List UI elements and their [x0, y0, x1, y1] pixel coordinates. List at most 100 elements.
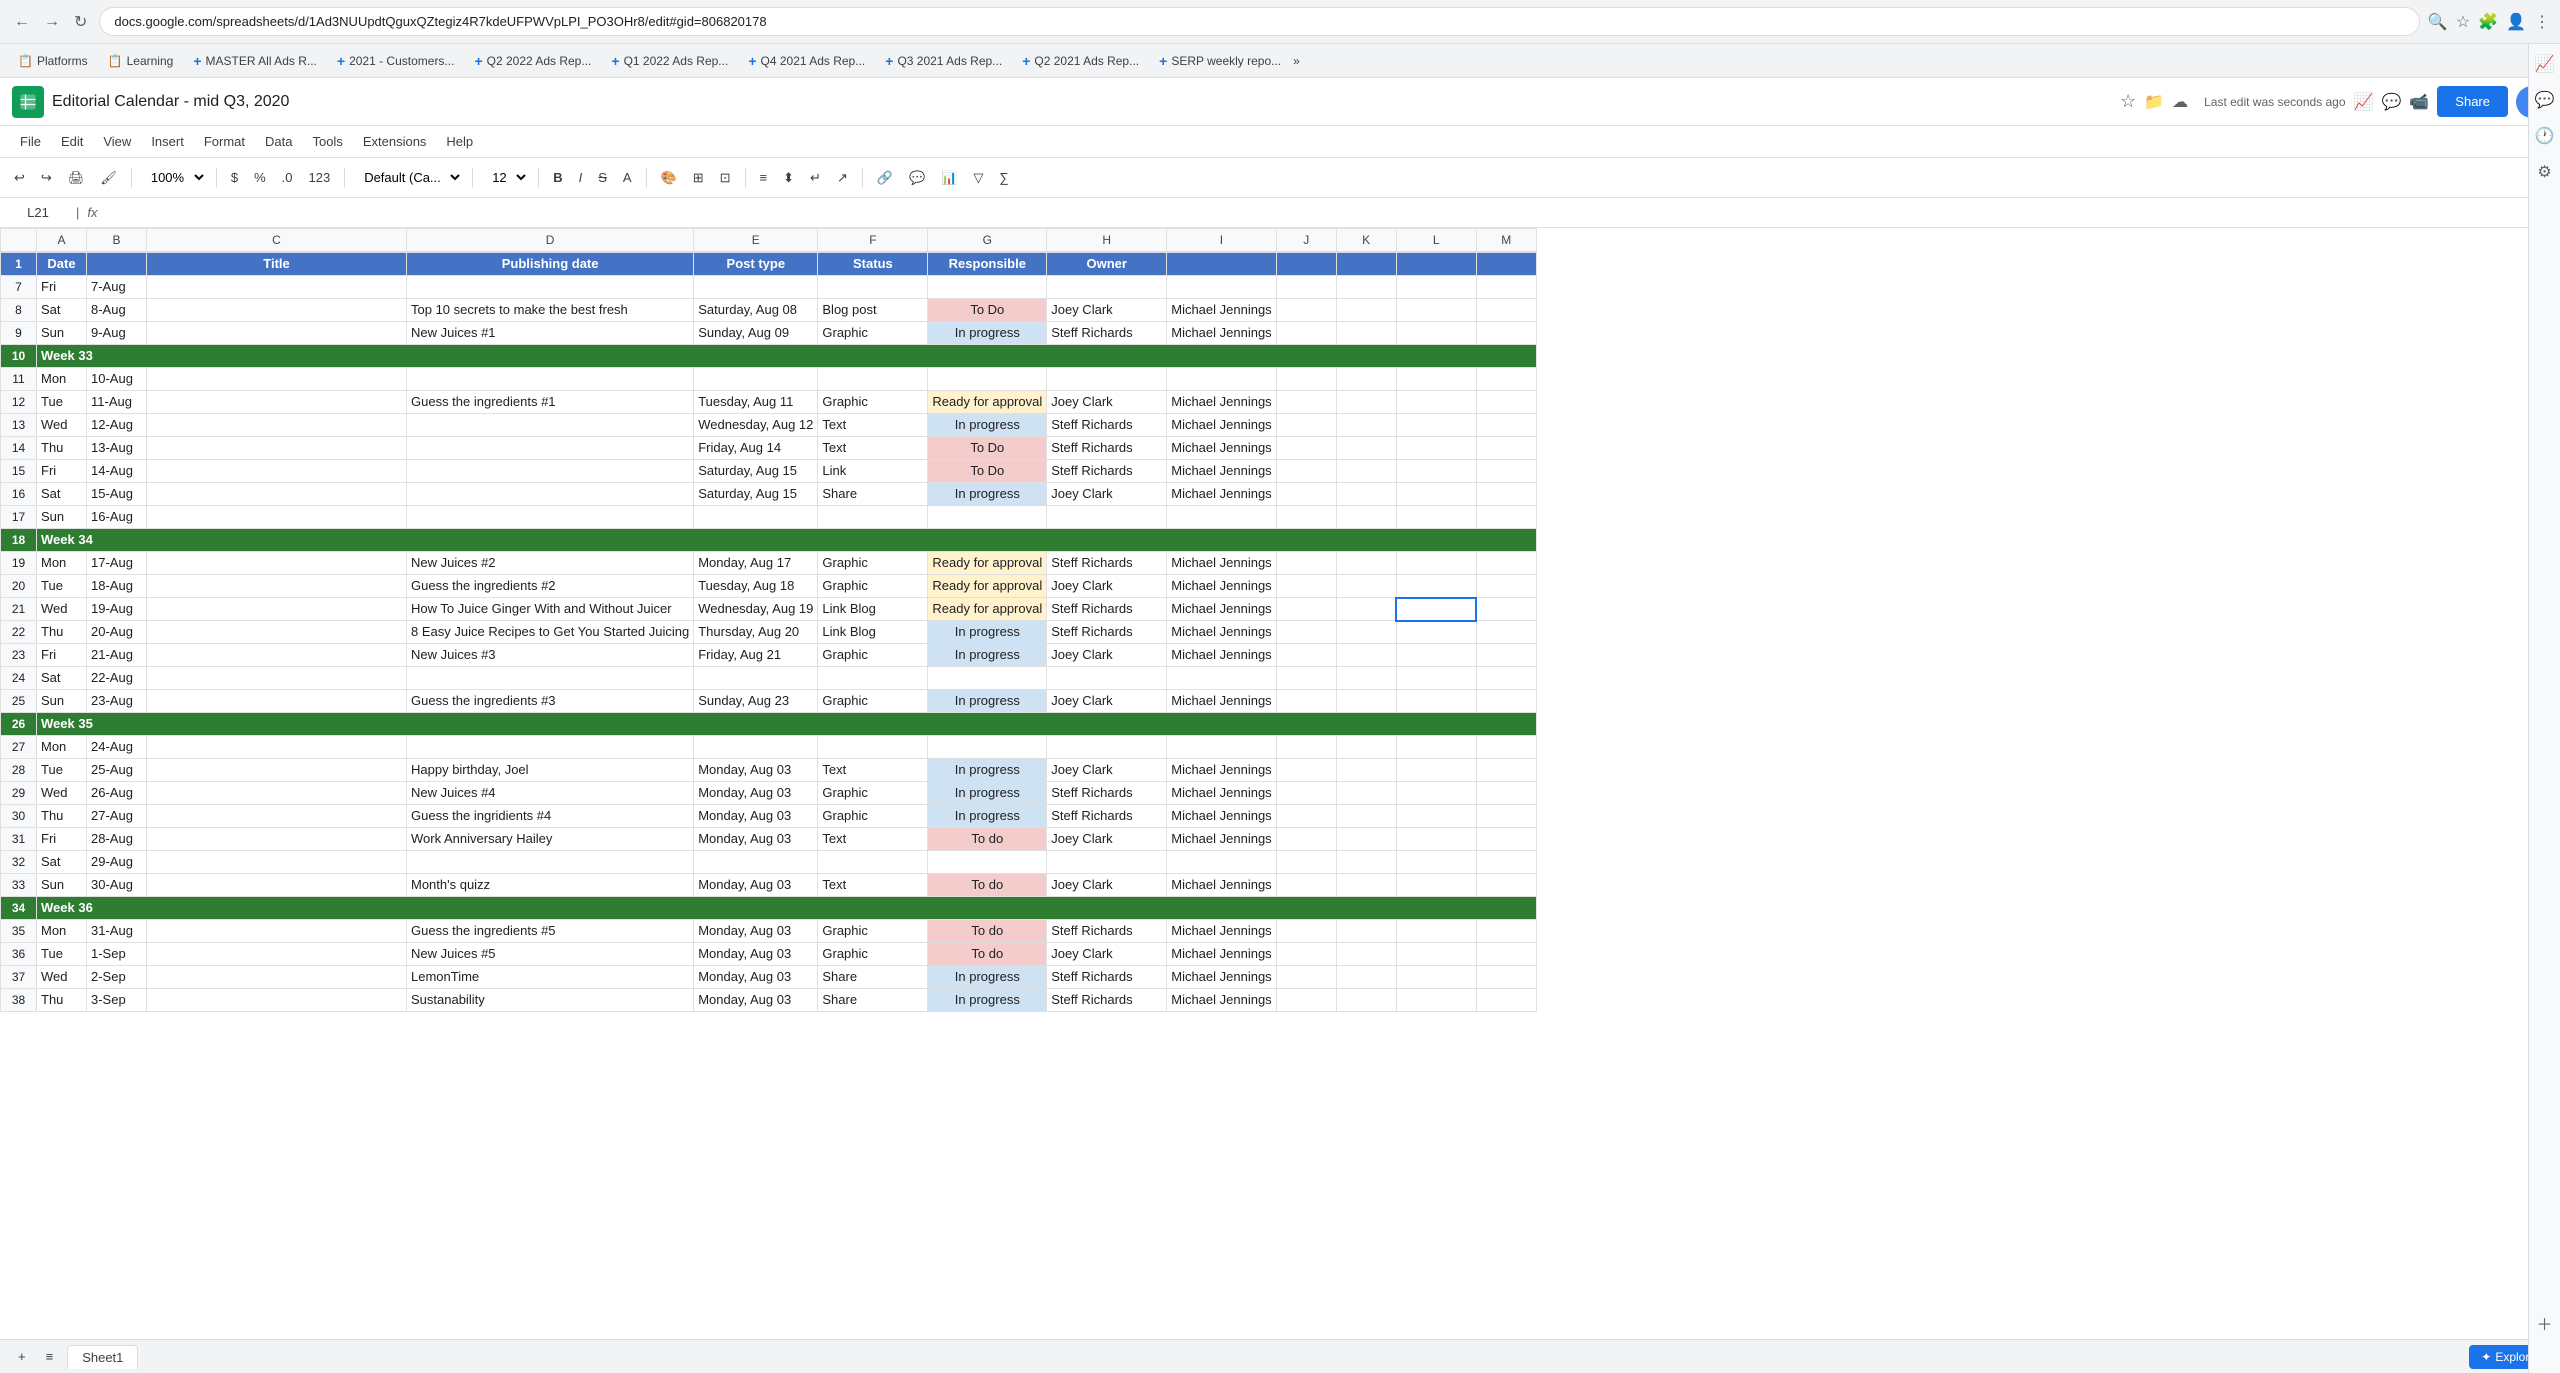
cell-owner[interactable]: Michael Jennings — [1167, 989, 1276, 1012]
cell-owner[interactable]: Michael Jennings — [1167, 391, 1276, 414]
cell-publishing-date[interactable]: Saturday, Aug 15 — [694, 483, 818, 506]
decimal-increase-button[interactable]: 123 — [302, 166, 336, 189]
cell-post-type[interactable]: Graphic — [818, 782, 928, 805]
row-number[interactable]: 38 — [1, 989, 37, 1012]
currency-button[interactable]: $ — [225, 166, 244, 189]
cell-status[interactable]: To Do — [928, 460, 1047, 483]
video-icon[interactable]: 📹 — [2409, 92, 2429, 112]
bookmark-q1-2022[interactable]: + Q1 2022 Ads Rep... — [603, 50, 736, 72]
cell-date[interactable]: 9-Aug — [87, 322, 147, 345]
cell-post-type[interactable]: Share — [818, 966, 928, 989]
cell-date[interactable]: 19-Aug — [87, 598, 147, 621]
cell-day[interactable]: Sun — [37, 322, 87, 345]
cell-publishing-date[interactable] — [694, 851, 818, 874]
cell-date[interactable]: 23-Aug — [87, 690, 147, 713]
menu-view[interactable]: View — [95, 130, 139, 153]
cell-status[interactable]: To do — [928, 828, 1047, 851]
share-button[interactable]: Share — [2437, 86, 2508, 117]
cell-status[interactable]: In progress — [928, 966, 1047, 989]
row-number[interactable]: 17 — [1, 506, 37, 529]
cell-title[interactable] — [407, 483, 694, 506]
cell-owner[interactable]: Michael Jennings — [1167, 575, 1276, 598]
cell-day[interactable]: Sun — [37, 690, 87, 713]
search-icon[interactable]: 🔍 — [2428, 12, 2448, 32]
cell-title[interactable]: Guess the ingredients #1 — [407, 391, 694, 414]
cell-post-type[interactable]: Share — [818, 989, 928, 1012]
right-panel-chart-icon[interactable]: 📈 — [2533, 52, 2557, 76]
cell-owner[interactable] — [1167, 851, 1276, 874]
comment-icon[interactable]: 💬 — [2381, 92, 2401, 112]
cell-responsible[interactable]: Joey Clark — [1047, 759, 1167, 782]
row-number[interactable]: 19 — [1, 552, 37, 575]
menu-help[interactable]: Help — [438, 130, 481, 153]
cell-responsible[interactable] — [1047, 506, 1167, 529]
cell-post-type[interactable] — [818, 276, 928, 299]
row-number[interactable]: 8 — [1, 299, 37, 322]
cell-post-type[interactable]: Graphic — [818, 690, 928, 713]
right-panel-history-icon[interactable]: 🕐 — [2533, 124, 2557, 148]
menu-extensions[interactable]: Extensions — [355, 130, 435, 153]
bookmark-2021[interactable]: + 2021 - Customers... — [329, 50, 463, 72]
bookmark-q2-2021[interactable]: + Q2 2021 Ads Rep... — [1014, 50, 1147, 72]
cell-date[interactable]: 20-Aug — [87, 621, 147, 644]
cell-post-type[interactable]: Text — [818, 828, 928, 851]
cell-day[interactable]: Mon — [37, 736, 87, 759]
cell-day[interactable]: Thu — [37, 989, 87, 1012]
row-number[interactable]: 37 — [1, 966, 37, 989]
cell-day[interactable]: Sun — [37, 874, 87, 897]
cell-title[interactable] — [407, 506, 694, 529]
bookmark-icon[interactable]: ☆ — [2456, 12, 2470, 32]
cell-day[interactable]: Mon — [37, 368, 87, 391]
cell-owner[interactable]: Michael Jennings — [1167, 322, 1276, 345]
cell-owner[interactable]: Michael Jennings — [1167, 460, 1276, 483]
row-number[interactable]: 10 — [1, 345, 37, 368]
refresh-button[interactable]: ↻ — [70, 8, 91, 36]
right-panel-settings-icon[interactable]: ⚙ — [2533, 160, 2557, 184]
menu-data[interactable]: Data — [257, 130, 300, 153]
bookmark-q2-2022[interactable]: + Q2 2022 Ads Rep... — [466, 50, 599, 72]
cell-responsible[interactable]: Steff Richards — [1047, 437, 1167, 460]
cell-status[interactable]: Ready for approval — [928, 552, 1047, 575]
comment-button[interactable]: 💬 — [903, 166, 931, 190]
align-button[interactable]: ≡ — [754, 166, 774, 189]
cell-status[interactable]: Ready for approval — [928, 391, 1047, 414]
cell-publishing-date[interactable]: Monday, Aug 03 — [694, 943, 818, 966]
folder-icon[interactable]: 📁 — [2144, 92, 2164, 112]
cell-day[interactable]: Mon — [37, 552, 87, 575]
star-icon[interactable]: ☆ — [2120, 91, 2136, 112]
row-number[interactable]: 33 — [1, 874, 37, 897]
address-bar[interactable]: docs.google.com/spreadsheets/d/1Ad3NUUpd… — [99, 7, 2419, 36]
cell-day[interactable]: Wed — [37, 782, 87, 805]
cell-day[interactable]: Fri — [37, 828, 87, 851]
cell-owner[interactable] — [1167, 506, 1276, 529]
col-header-j[interactable]: J — [1276, 229, 1336, 253]
cell-title[interactable]: Guess the ingredients #2 — [407, 575, 694, 598]
cell-title[interactable]: Guess the ingredients #3 — [407, 690, 694, 713]
header-date[interactable]: Date — [37, 252, 87, 276]
cell-title[interactable] — [407, 736, 694, 759]
cell-publishing-date[interactable] — [694, 506, 818, 529]
sheet-tab-1[interactable]: Sheet1 — [67, 1345, 138, 1369]
paint-format-button[interactable]: 🖌 — [94, 166, 123, 190]
cell-owner[interactable]: Michael Jennings — [1167, 920, 1276, 943]
cell-responsible[interactable]: Steff Richards — [1047, 989, 1167, 1012]
cell-date[interactable]: 18-Aug — [87, 575, 147, 598]
cell-responsible[interactable]: Steff Richards — [1047, 460, 1167, 483]
cell-date[interactable]: 31-Aug — [87, 920, 147, 943]
row-number[interactable]: 1 — [1, 252, 37, 276]
header-status[interactable]: Status — [818, 252, 928, 276]
row-number[interactable]: 18 — [1, 529, 37, 552]
cell-owner[interactable]: Michael Jennings — [1167, 299, 1276, 322]
cell-post-type[interactable]: Text — [818, 874, 928, 897]
cell-responsible[interactable] — [1047, 276, 1167, 299]
cell-responsible[interactable] — [1047, 851, 1167, 874]
cell-day[interactable]: Sat — [37, 667, 87, 690]
cell-post-type[interactable] — [818, 506, 928, 529]
cell-status[interactable]: To Do — [928, 437, 1047, 460]
right-panel-plus-icon[interactable]: ＋ — [2533, 1311, 2557, 1335]
cell-publishing-date[interactable]: Tuesday, Aug 11 — [694, 391, 818, 414]
cell-responsible[interactable] — [1047, 368, 1167, 391]
cell-date[interactable]: 27-Aug — [87, 805, 147, 828]
cell-owner[interactable] — [1167, 368, 1276, 391]
cell-post-type[interactable] — [818, 851, 928, 874]
